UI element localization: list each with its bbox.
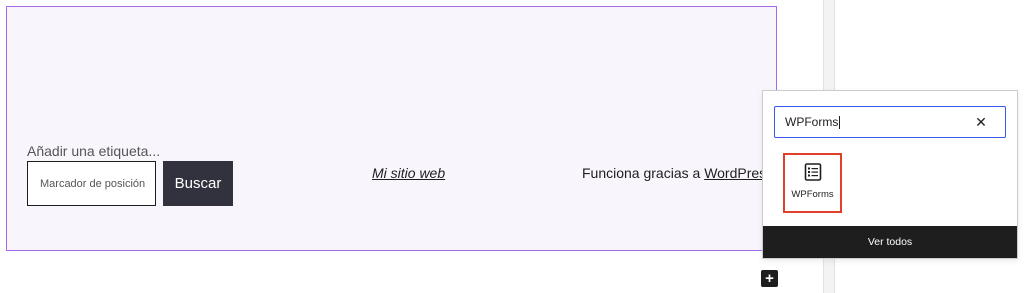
search-input[interactable]: Marcador de posición	[27, 161, 156, 206]
powered-prefix: Funciona gracias a	[582, 165, 705, 181]
block-result-label: WPForms	[791, 189, 834, 200]
inserter-search-value: WPForms	[785, 115, 839, 129]
block-result-wpforms[interactable]: WPForms	[783, 153, 842, 213]
add-block-button[interactable]: +	[761, 270, 778, 287]
form-icon	[804, 163, 821, 181]
search-placeholder: Marcador de posición	[40, 177, 146, 190]
close-icon[interactable]: ✕	[973, 114, 989, 130]
block-inserter-popover: WPForms ✕ WPForms Ver todos	[762, 90, 1018, 259]
inserter-search-input[interactable]: WPForms ✕	[774, 106, 1006, 138]
text-caret	[839, 115, 841, 129]
footer-block[interactable]: Añadir una etiqueta... Marcador de posic…	[6, 6, 777, 251]
powered-by-text: Funciona gracias a WordPress	[582, 165, 773, 181]
view-all-button[interactable]: Ver todos	[763, 226, 1017, 258]
editor-canvas: Añadir una etiqueta... Marcador de posic…	[0, 0, 1024, 293]
site-title-link[interactable]: Mi sitio web	[372, 165, 445, 181]
search-button[interactable]: Buscar	[163, 161, 233, 206]
search-label[interactable]: Añadir una etiqueta...	[27, 143, 160, 159]
plus-icon: +	[765, 270, 774, 287]
